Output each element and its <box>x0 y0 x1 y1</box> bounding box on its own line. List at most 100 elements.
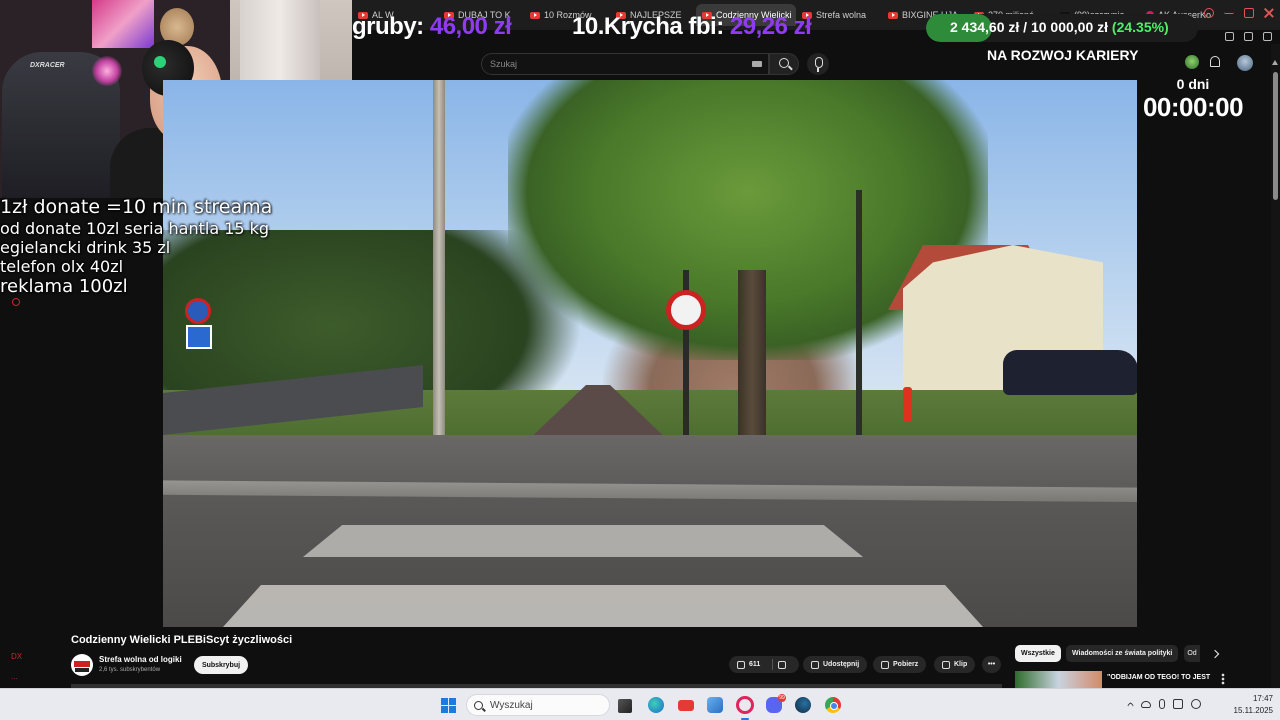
channel-subscribers: 2,6 tys. subskrybentów <box>99 667 161 673</box>
recommended-thumbnail[interactable] <box>1015 671 1102 689</box>
video-crosswalk-stripe <box>303 525 863 557</box>
donate-line: reklama 100zl <box>0 276 128 298</box>
create-icon[interactable] <box>1185 55 1199 69</box>
download-icon <box>881 660 889 669</box>
chrome-icon[interactable] <box>825 697 841 713</box>
more-actions-button[interactable]: ••• <box>982 656 1001 673</box>
system-tray <box>1126 699 1201 710</box>
volume-icon[interactable] <box>1191 699 1201 709</box>
edge-browser-icon[interactable] <box>648 697 664 713</box>
page-scrollbar[interactable] <box>1271 44 1280 688</box>
tab-search-icon[interactable] <box>1204 8 1214 18</box>
close-icon[interactable] <box>1264 8 1274 18</box>
search-icon <box>474 701 483 710</box>
video-street-pole <box>856 190 862 440</box>
start-tile <box>449 706 456 713</box>
donation-goal-text: 2 434,60 zł / 10 000,00 zł (24.35%) <box>950 19 1169 35</box>
maximize-icon[interactable] <box>1244 8 1254 18</box>
scroll-up-arrow-icon[interactable] <box>1272 60 1278 65</box>
webcam-curtain <box>240 0 320 82</box>
thumbs-up-icon <box>737 660 745 669</box>
share-button[interactable]: Udostępnij <box>803 656 868 673</box>
timer-days: 0 dni <box>1176 76 1210 92</box>
app-grid-icon[interactable] <box>707 697 723 713</box>
thumbs-down-icon[interactable] <box>778 660 787 669</box>
minimize-icon[interactable] <box>1224 8 1234 14</box>
goal-label: NA ROZWOJ KARIERY <box>987 47 1139 63</box>
clock-date: 15.11.2025 <box>1233 706 1273 715</box>
like-button[interactable]: 611 <box>729 656 799 673</box>
chair-brand-logo: DXRACER <box>30 62 65 69</box>
video-lamp-pole <box>433 80 445 440</box>
donate-line: telefon olx 40zl <box>0 257 124 277</box>
search-icon <box>779 58 789 68</box>
start-tile <box>441 706 448 713</box>
share-label: Udostępnij <box>823 661 860 668</box>
donor-amount: 29,26 zł <box>729 13 812 40</box>
donate-line: 1zł donate =10 min streama <box>0 196 273 218</box>
clock-time: 17:47 <box>1252 694 1273 703</box>
goal-percent: (24.35%) <box>1111 19 1169 35</box>
headset-logo-icon <box>154 56 166 68</box>
taskbar-search[interactable]: Wyszukaj <box>466 694 610 716</box>
file-explorer-icon[interactable] <box>618 699 632 713</box>
donate-info: 1zł donate =10 min streama od donate 10z… <box>0 196 272 298</box>
window-controls <box>1204 8 1274 18</box>
notifications-bell-icon[interactable] <box>1210 56 1220 67</box>
microphone-icon[interactable] <box>1159 699 1165 709</box>
voice-search-button[interactable] <box>807 53 829 75</box>
download-button[interactable]: Pobierz <box>873 656 927 673</box>
chip-all[interactable]: Wszystkie <box>1015 645 1061 662</box>
scissors-icon <box>942 660 950 669</box>
side-mark: DX <box>11 652 23 661</box>
search-button[interactable] <box>769 53 799 75</box>
search-box <box>481 53 769 75</box>
account-avatar[interactable] <box>1237 55 1253 71</box>
no-parking-sign-icon <box>185 298 211 324</box>
monitor-icon[interactable] <box>1173 699 1183 709</box>
donate-line: od donate 10zl seria hantla 15 kg <box>0 218 270 238</box>
keyboard-icon[interactable] <box>752 61 762 67</box>
clip-button[interactable]: Klip <box>934 656 976 673</box>
steam-icon[interactable] <box>795 697 811 713</box>
taskbar-clock[interactable]: 17:47 15.11.2025 <box>1225 693 1273 717</box>
scroll-thumb[interactable] <box>1273 72 1278 200</box>
donation-goal-bar: 2 434,60 zł / 10 000,00 zł (24.35%) <box>926 14 1198 42</box>
youtube-app-icon[interactable] <box>678 700 694 711</box>
recommended-title[interactable]: "ODBIJAM OD TEGO! TO JEST OBRZYDLIWE! MA… <box>1107 672 1212 689</box>
video-player[interactable] <box>163 80 1137 627</box>
chevron-up-icon[interactable] <box>1126 701 1135 710</box>
goal-target: 10 000,00 zł <box>1030 19 1109 35</box>
video-car <box>1003 350 1137 395</box>
record-icon <box>12 298 20 306</box>
opera-gx-icon[interactable] <box>736 696 754 714</box>
chip-more[interactable]: Od <box>1184 645 1200 662</box>
youtube-icon <box>888 11 898 19</box>
start-tile <box>449 698 456 705</box>
chip-politics[interactable]: Wiadomości ze świata polityki <box>1066 645 1179 662</box>
profile-icon[interactable] <box>1225 32 1234 41</box>
menu-icon[interactable] <box>1263 32 1272 41</box>
channel-name[interactable]: Strefa wolna od logiki <box>99 655 182 664</box>
search-input[interactable] <box>482 54 742 74</box>
screen: { "browser": { "tabs": [ {"label": "AL W… <box>0 0 1280 720</box>
channel-avatar[interactable] <box>71 654 93 676</box>
more-vert-icon[interactable] <box>1221 673 1225 685</box>
video-crosswalk-stripe <box>223 585 983 627</box>
subscribe-button[interactable]: Subskrybuj <box>194 656 248 674</box>
goal-current: 2 434,60 zł <box>950 19 1020 35</box>
windows-start-icon[interactable] <box>441 698 456 713</box>
download-icon[interactable] <box>1244 32 1253 41</box>
cloud-icon[interactable] <box>1141 700 1151 708</box>
browser-toolbar-icons <box>1225 32 1272 41</box>
discord-icon[interactable]: 99 <box>766 694 786 713</box>
start-tile <box>441 698 448 705</box>
taskbar-search-label: Wyszukaj <box>490 700 533 711</box>
browser-tab-label: Strefa wolna <box>816 10 867 20</box>
video-hydrant <box>903 387 912 421</box>
goal-separator: / <box>1023 19 1028 35</box>
chevron-right-icon[interactable] <box>1210 648 1222 660</box>
webcam-rgb-light <box>92 56 122 86</box>
download-label: Pobierz <box>893 661 919 668</box>
webcam-poster <box>92 0 154 48</box>
